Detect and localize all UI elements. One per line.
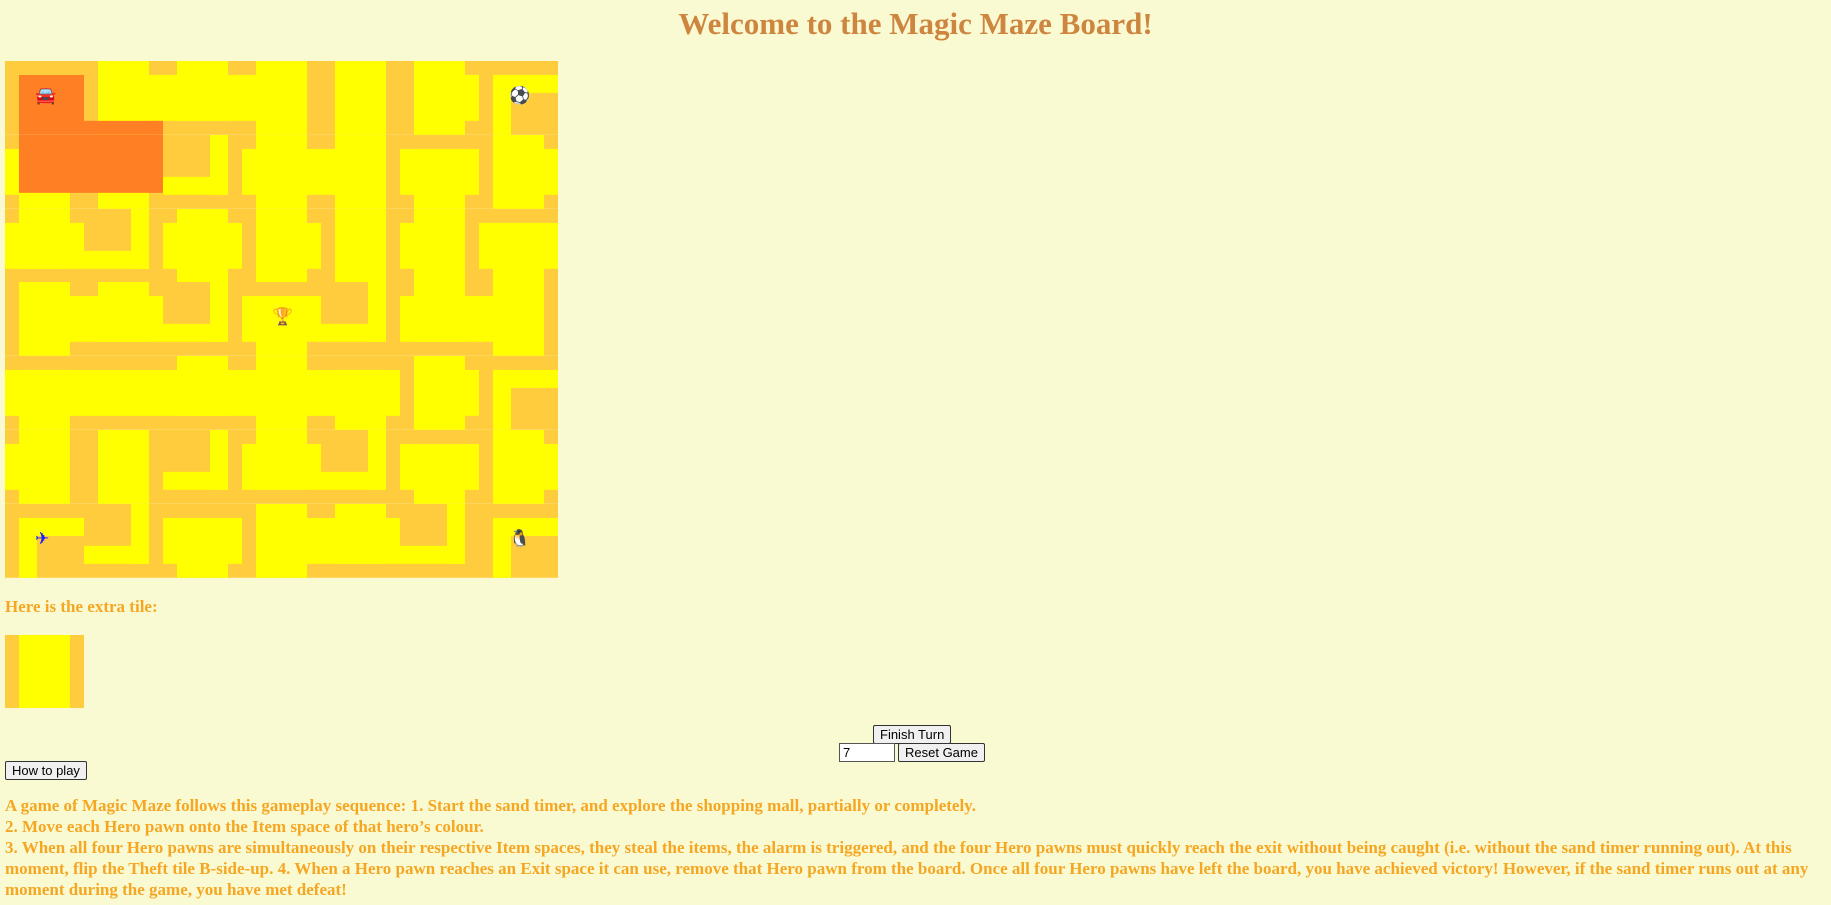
maze-tile[interactable] xyxy=(321,429,400,504)
maze-tile[interactable] xyxy=(84,282,163,357)
maze-tile[interactable] xyxy=(400,356,479,430)
trophy-icon[interactable]: 🏆 xyxy=(272,309,293,326)
maze-tile[interactable] xyxy=(242,356,321,430)
extra-tile-label: Here is the extra tile: xyxy=(5,597,158,616)
maze-tile[interactable]: 🐧 xyxy=(479,503,558,578)
maze-tile[interactable] xyxy=(84,208,163,283)
maze-tile[interactable] xyxy=(5,429,84,504)
maze-tile[interactable] xyxy=(84,61,163,135)
maze-tile[interactable]: 🏆 xyxy=(242,282,321,357)
maze-tile[interactable] xyxy=(400,208,479,283)
instruction-line: 3. When all four Hero pawns are simultan… xyxy=(5,838,1809,899)
maze-tile[interactable] xyxy=(321,134,400,209)
maze-tile[interactable] xyxy=(5,282,84,357)
maze-tile[interactable] xyxy=(400,429,479,504)
maze-tile[interactable] xyxy=(242,208,321,283)
page-title: Welcome to the Magic Maze Board! xyxy=(678,6,1153,41)
turns-input[interactable] xyxy=(839,743,895,762)
soccer-ball-icon[interactable]: ⚽ xyxy=(509,88,530,105)
maze-tile[interactable]: ⚽ xyxy=(479,61,558,135)
maze-tile[interactable] xyxy=(84,134,163,209)
maze-tile[interactable] xyxy=(163,282,242,357)
extra-tile[interactable] xyxy=(5,635,84,708)
maze-tile[interactable] xyxy=(163,429,242,504)
maze-tile[interactable] xyxy=(242,429,321,504)
jet-icon[interactable]: ✈ xyxy=(35,530,49,548)
maze-tile[interactable] xyxy=(479,208,558,283)
maze-tile[interactable] xyxy=(400,503,479,578)
maze-tile[interactable] xyxy=(84,356,163,430)
maze-tile[interactable] xyxy=(5,208,84,283)
maze-tile[interactable] xyxy=(321,503,400,578)
penguin-icon[interactable]: 🐧 xyxy=(509,530,530,548)
maze-tile[interactable] xyxy=(163,208,242,283)
maze-tile[interactable] xyxy=(163,134,242,209)
maze-tile[interactable] xyxy=(5,134,84,209)
maze-tile[interactable] xyxy=(163,356,242,430)
maze-tile[interactable] xyxy=(242,134,321,209)
maze-tile[interactable]: 🚘 xyxy=(5,61,84,135)
maze-tile[interactable] xyxy=(479,282,558,357)
maze-tile[interactable] xyxy=(84,503,163,578)
how-to-play-button[interactable]: How to play xyxy=(5,761,87,780)
car-icon[interactable]: 🚘 xyxy=(35,88,56,105)
maze-tile[interactable] xyxy=(84,429,163,504)
maze-tile[interactable] xyxy=(400,134,479,209)
finish-turn-button[interactable]: Finish Turn xyxy=(873,725,952,744)
maze-tile[interactable] xyxy=(163,61,242,135)
maze-tile[interactable] xyxy=(321,282,400,357)
instruction-line: A game of Magic Maze follows this gamepl… xyxy=(5,796,976,815)
maze-tile[interactable] xyxy=(479,356,558,430)
reset-game-button[interactable]: Reset Game xyxy=(898,743,985,762)
maze-tile[interactable] xyxy=(400,282,479,357)
maze-tile[interactable] xyxy=(321,61,400,135)
maze-tile[interactable] xyxy=(400,61,479,135)
maze-tile[interactable] xyxy=(242,61,321,135)
instructions: A game of Magic Maze follows this gamepl… xyxy=(5,795,1820,900)
maze-tile[interactable] xyxy=(242,503,321,578)
instruction-line: 2. Move each Hero pawn onto the Item spa… xyxy=(5,817,484,836)
maze-tile[interactable] xyxy=(5,356,84,430)
maze-tile[interactable] xyxy=(479,429,558,504)
maze-tile[interactable] xyxy=(321,356,400,430)
maze-tile[interactable] xyxy=(479,134,558,209)
maze-tile[interactable] xyxy=(321,208,400,283)
maze-tile[interactable]: ✈ xyxy=(5,503,84,578)
maze-tile[interactable] xyxy=(163,503,242,578)
maze-board[interactable]: 🚘 ⚽ 🏆 ✈ 🐧 xyxy=(5,61,560,578)
